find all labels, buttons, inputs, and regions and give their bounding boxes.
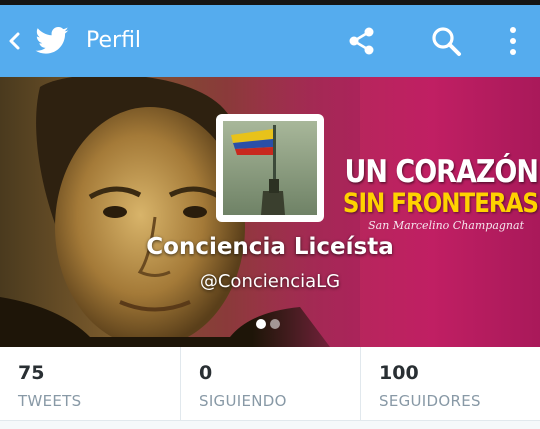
share-icon[interactable] (344, 23, 380, 59)
action-bar: Perfil (0, 5, 540, 77)
stat-following[interactable]: 0 SIGUIENDO (180, 347, 360, 421)
profile-stats: 75 TWEETS 0 SIGUIENDO 100 SEGUIDORES (0, 347, 540, 421)
stat-label: SIGUIENDO (199, 392, 287, 410)
banner-page-indicator[interactable] (256, 319, 284, 329)
stat-label: TWEETS (18, 392, 82, 410)
stat-tweets[interactable]: 75 TWEETS (0, 347, 180, 421)
stat-value: 100 (379, 362, 419, 384)
screen-handle: @ConcienciaLG (199, 271, 341, 292)
search-icon[interactable] (428, 23, 464, 59)
profile-avatar[interactable] (216, 114, 324, 222)
stat-value: 75 (18, 362, 45, 384)
page-dot-active[interactable] (256, 319, 266, 329)
page-dot[interactable] (270, 319, 280, 329)
slogan-line-2: SIN FRONTERAS (342, 189, 539, 219)
page-title: Perfil (86, 28, 142, 53)
profile-banner: UN CORAZÓN SIN FRONTERAS San Marcelino C… (0, 77, 540, 347)
overflow-menu-icon[interactable] (498, 23, 528, 59)
stat-followers[interactable]: 100 SEGUIDORES (360, 347, 540, 421)
stat-label: SEGUIDORES (379, 392, 481, 410)
twitter-bird-icon[interactable] (33, 23, 71, 59)
avatar-image (223, 121, 317, 215)
back-chevron-icon[interactable] (6, 27, 24, 55)
stat-value: 0 (199, 362, 213, 384)
page-background (0, 421, 540, 429)
display-name: Conciencia Liceísta (146, 234, 394, 260)
banner-slogan: UN CORAZÓN SIN FRONTERAS San Marcelino C… (334, 155, 539, 233)
